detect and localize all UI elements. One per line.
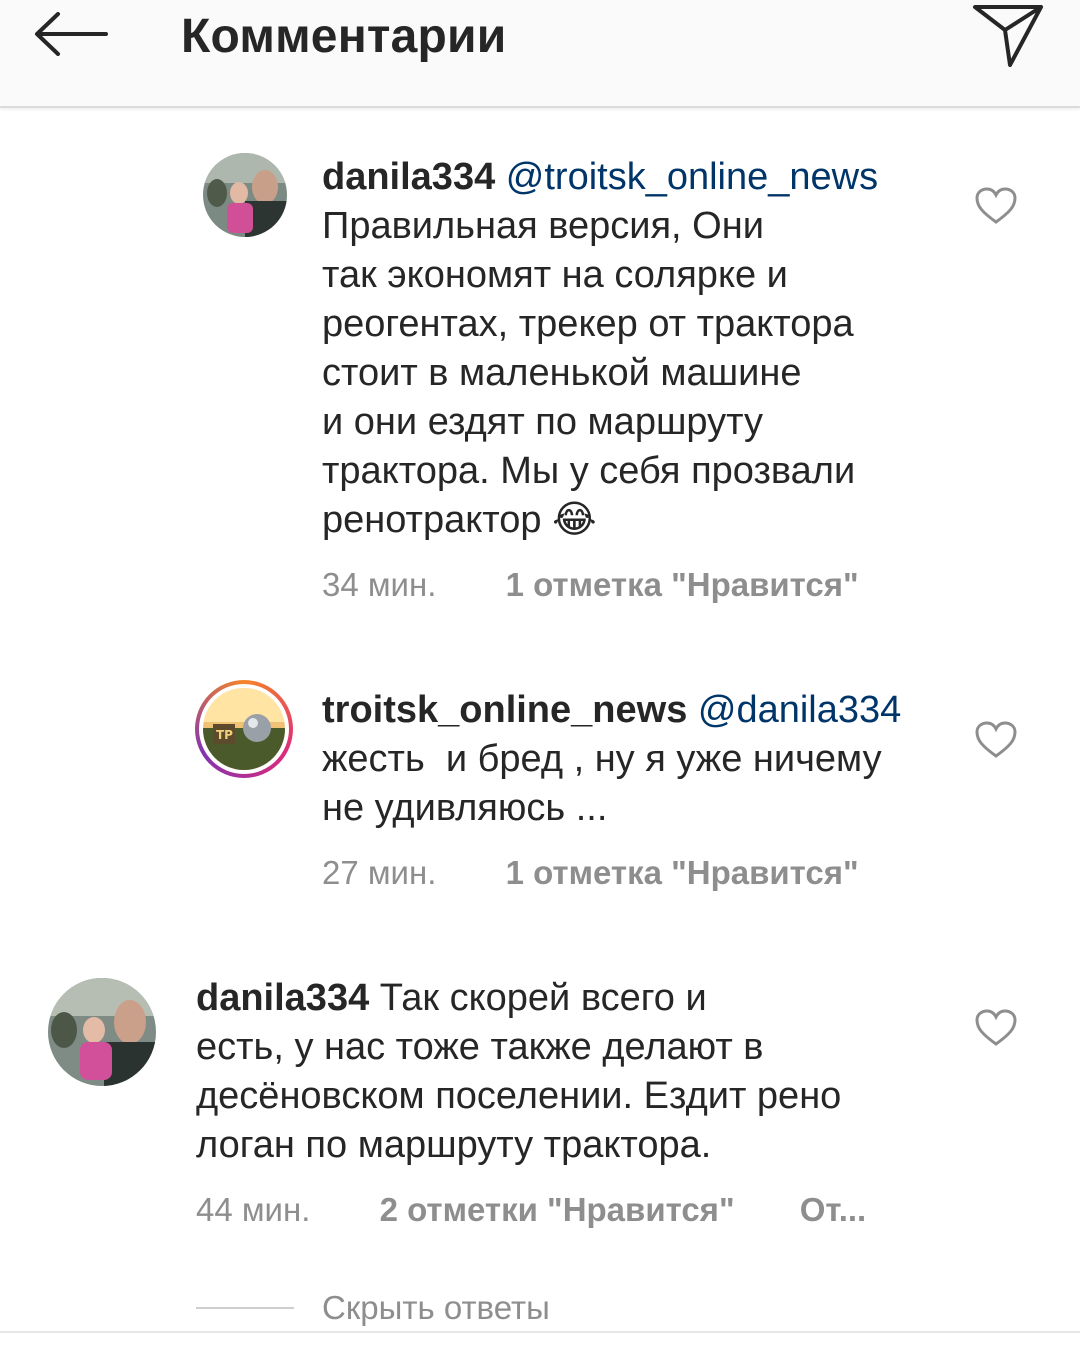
comment-line: логан по маршруту трактора. (196, 1124, 712, 1166)
page-title: Комментарии (181, 10, 507, 63)
comment-line: Правильная версия, Они (322, 205, 764, 247)
comment-line: десёновском поселении. Ездит рено (196, 1075, 842, 1117)
comment-line: так экономят на солярке и (322, 254, 788, 296)
comments-screen: Комментарии danila334 @troitsk_online_ne… (0, 0, 1080, 1356)
comment-body: danila334 @troitsk_online_news Правильна… (322, 153, 962, 545)
comment-meta: 34 мин. 1 отметка "Нравится" (322, 565, 859, 605)
comment-meta: 44 мин. 2 отметки "Нравится" От... (196, 1190, 866, 1230)
comment-time: 27 мин. (322, 854, 437, 891)
direct-message-button[interactable] (966, 0, 1050, 72)
comment-line: стоит в маленькой машине (322, 352, 802, 394)
comment-likes[interactable]: 1 отметка "Нравится" (506, 854, 859, 891)
avatar[interactable]: ТР (195, 680, 293, 778)
comment-username[interactable]: danila334 (196, 977, 369, 1019)
heart-icon[interactable] (974, 186, 1018, 226)
avatar[interactable] (48, 978, 156, 1086)
svg-text:ТР: ТР (216, 728, 233, 742)
comment-line: Так скорей всего и (379, 977, 707, 1019)
arrow-left-icon (35, 12, 108, 56)
avatar[interactable] (203, 153, 287, 237)
back-button[interactable] (28, 4, 112, 64)
comment-likes[interactable]: 2 отметки "Нравится" (380, 1191, 735, 1228)
hide-replies-button[interactable]: Скрыть ответы (196, 1288, 550, 1328)
comment-first-line: troitsk_online_news @danila334 (322, 686, 962, 735)
comment-line: и они ездят по маршруту (322, 401, 763, 443)
paper-plane-icon (973, 5, 1043, 67)
comment-time: 34 мин. (322, 566, 437, 603)
comment-first-line: danila334 Так скорей всего и (196, 974, 956, 1023)
comment-mention[interactable]: @danila334 (698, 689, 901, 731)
heart-icon[interactable] (974, 720, 1018, 760)
comment-line: ренотрактор 😂 (322, 499, 597, 541)
divider (0, 1331, 1080, 1333)
reply-button[interactable]: От... (800, 1191, 866, 1228)
comment-line: трактора. Мы у себя прозвали (322, 450, 856, 492)
comment-line: жесть и бред , ну я уже ничему (322, 738, 882, 780)
heart-icon[interactable] (974, 1008, 1018, 1048)
comment-meta: 27 мин. 1 отметка "Нравится" (322, 853, 859, 893)
comment-body: troitsk_online_news @danila334 жесть и б… (322, 686, 962, 833)
comment-username[interactable]: danila334 (322, 156, 495, 198)
divider (196, 1307, 294, 1309)
comment-time: 44 мин. (196, 1191, 311, 1228)
comment-username[interactable]: troitsk_online_news (322, 689, 687, 731)
comment-mention[interactable]: @troitsk_online_news (506, 156, 878, 198)
comment-line: есть, у нас тоже также делают в (196, 1026, 764, 1068)
comment-likes[interactable]: 1 отметка "Нравится" (506, 566, 859, 603)
comment-body: danila334 Так скорей всего и есть, у нас… (196, 974, 956, 1170)
comment-line: реогентах, трекер от трактора (322, 303, 854, 345)
comment-first-line: danila334 @troitsk_online_news (322, 153, 962, 202)
comment-line: не удивляюсь ... (322, 787, 608, 829)
header-bar: Комментарии (0, 0, 1080, 108)
hide-replies-label: Скрыть ответы (322, 1289, 550, 1326)
